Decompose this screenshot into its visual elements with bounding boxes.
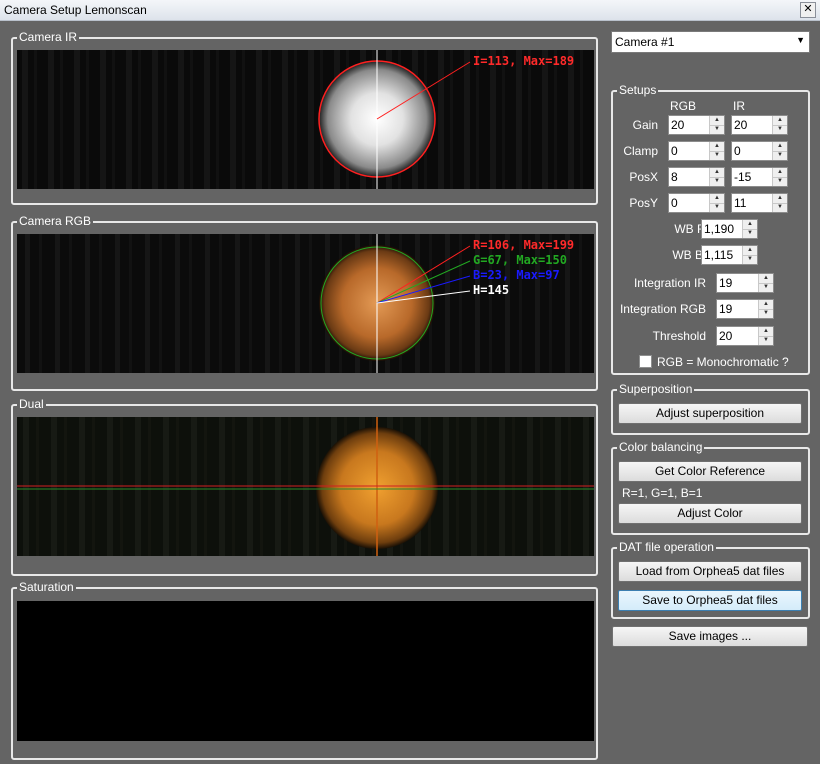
color-balancing-label: Color balancing	[617, 440, 705, 454]
camera-select[interactable]: Camera #1 ▼	[611, 31, 810, 53]
gain-rgb-input[interactable]: 20 ▲ ▼	[668, 115, 725, 135]
ir-column-header: IR	[733, 99, 745, 113]
gain-ir-input[interactable]: 20 ▲ ▼	[731, 115, 788, 135]
spin-down-icon[interactable]: ▼	[743, 255, 757, 264]
color-balance-result: R=1, G=1, B=1	[622, 486, 703, 500]
ir-intensity-readout: I=113, Max=189	[473, 54, 575, 68]
spin-down-icon[interactable]: ▼	[759, 283, 773, 292]
threshold-label: Threshold	[652, 329, 706, 343]
integration-rgb-label: Integration RGB	[619, 302, 706, 316]
close-icon[interactable]: ✕	[800, 2, 816, 18]
window-title: Camera Setup Lemonscan	[4, 3, 147, 17]
wb-red-input[interactable]: 1,190 ▲ ▼	[701, 219, 758, 239]
threshold-input[interactable]: 20 ▲ ▼	[716, 326, 774, 346]
save-dat-files-button[interactable]: Save to Orphea5 dat files	[618, 590, 802, 611]
dual-view[interactable]	[17, 417, 594, 556]
setups-label: Setups	[617, 83, 659, 97]
saturation-label: Saturation	[17, 580, 76, 594]
spin-down-icon[interactable]: ▼	[710, 125, 724, 134]
spin-down-icon[interactable]: ▼	[759, 309, 773, 318]
camera-rgb-view[interactable]: R=106, Max=199 G=67, Max=150 B=23, Max=9…	[17, 234, 594, 373]
spin-down-icon[interactable]: ▼	[773, 151, 787, 160]
camera-ir-image	[17, 50, 594, 189]
dual-image	[17, 417, 594, 556]
spin-down-icon[interactable]: ▼	[759, 336, 773, 345]
clamp-rgb-input[interactable]: 0 ▲ ▼	[668, 141, 725, 161]
posy-label: PosY	[629, 196, 658, 210]
integration-ir-input[interactable]: 19 ▲ ▼	[716, 273, 774, 293]
spin-down-icon[interactable]: ▼	[773, 125, 787, 134]
clamp-label: Clamp	[623, 144, 658, 158]
posy-rgb-input[interactable]: 0 ▲ ▼	[668, 193, 725, 213]
dat-file-label: DAT file operation	[617, 540, 716, 554]
rgb-green-readout: G=67, Max=150	[473, 253, 567, 267]
chevron-down-icon[interactable]: ▼	[796, 35, 805, 45]
rgb-red-readout: R=106, Max=199	[473, 238, 575, 252]
dual-label: Dual	[17, 397, 46, 411]
rgb-hue-readout: H=145	[473, 283, 510, 297]
title-bar: Camera Setup Lemonscan ✕	[0, 0, 820, 21]
get-color-reference-button[interactable]: Get Color Reference	[618, 461, 802, 482]
adjust-color-button[interactable]: Adjust Color	[618, 503, 802, 524]
gain-label: Gain	[632, 118, 658, 132]
spin-down-icon[interactable]: ▼	[773, 203, 787, 212]
spin-down-icon[interactable]: ▼	[710, 177, 724, 186]
superposition-label: Superposition	[617, 382, 695, 396]
load-dat-files-button[interactable]: Load from Orphea5 dat files	[618, 561, 802, 582]
wb-blue-input[interactable]: 1,115 ▲ ▼	[701, 245, 758, 265]
camera-ir-label: Camera IR	[17, 30, 80, 44]
integration-ir-label: Integration IR	[633, 276, 706, 290]
posx-ir-input[interactable]: -15 ▲ ▼	[731, 167, 788, 187]
posy-ir-input[interactable]: 11 ▲ ▼	[731, 193, 788, 213]
monochrome-checkbox[interactable]	[639, 355, 652, 368]
save-images-button[interactable]: Save images ...	[612, 626, 808, 647]
monochrome-label[interactable]: RGB = Monochromatic ?	[657, 355, 789, 369]
camera-ir-view[interactable]: I=113, Max=189	[17, 50, 594, 189]
camera-select-value: Camera #1	[615, 35, 675, 49]
rgb-column-header: RGB	[670, 99, 697, 113]
posx-label: PosX	[629, 170, 658, 184]
spin-down-icon[interactable]: ▼	[773, 177, 787, 186]
spin-down-icon[interactable]: ▼	[710, 151, 724, 160]
spin-down-icon[interactable]: ▼	[743, 229, 757, 238]
camera-rgb-label: Camera RGB	[17, 214, 94, 228]
posx-rgb-input[interactable]: 8 ▲ ▼	[668, 167, 725, 187]
adjust-superposition-button[interactable]: Adjust superposition	[618, 403, 802, 424]
spin-down-icon[interactable]: ▼	[710, 203, 724, 212]
integration-rgb-input[interactable]: 19 ▲ ▼	[716, 299, 774, 319]
saturation-view[interactable]	[17, 601, 594, 741]
rgb-blue-readout: B=23, Max=97	[473, 268, 560, 282]
clamp-ir-input[interactable]: 0 ▲ ▼	[731, 141, 788, 161]
